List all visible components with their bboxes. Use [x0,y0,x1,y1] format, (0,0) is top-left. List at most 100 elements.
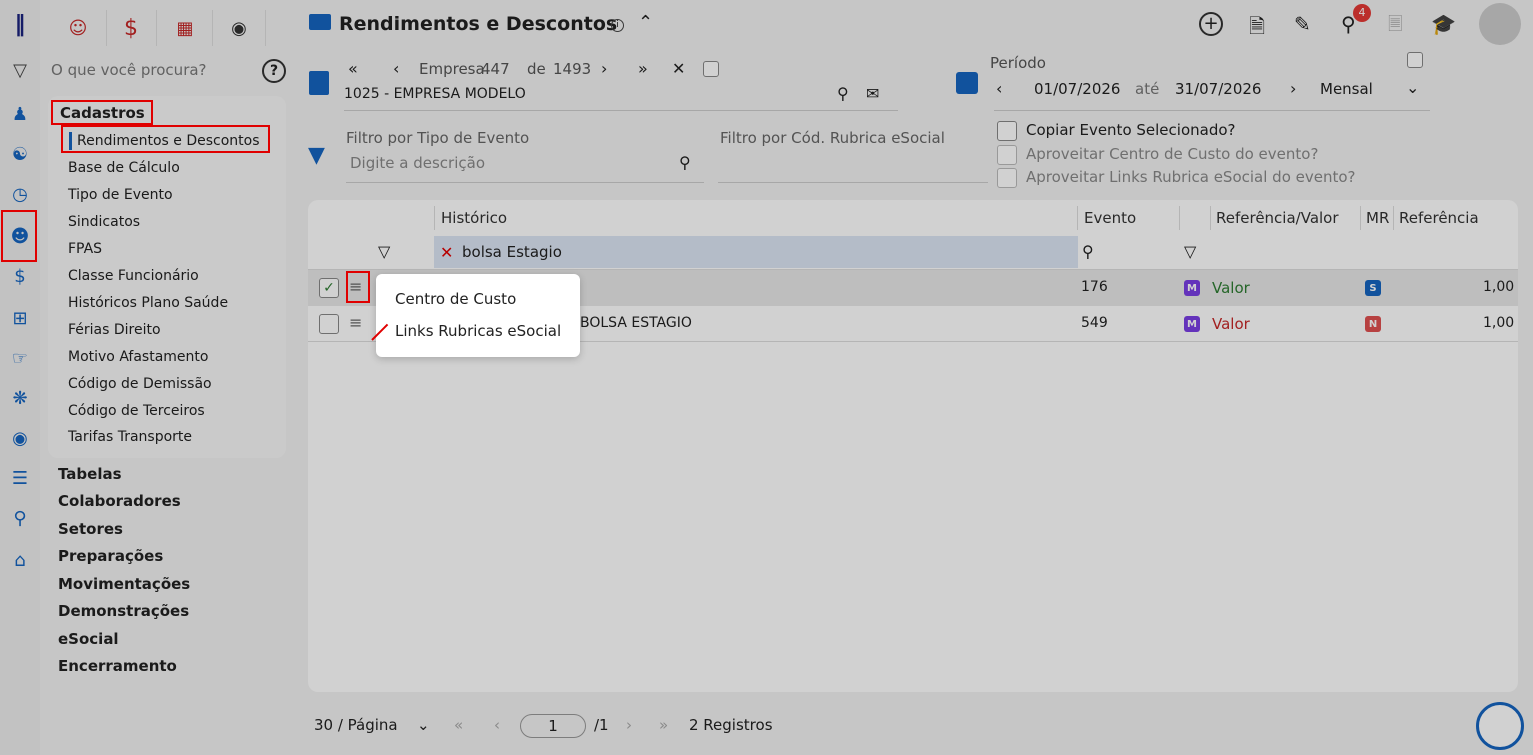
assistant-avatar[interactable] [1476,702,1524,750]
calculator-icon[interactable]: ⊞ [6,304,34,332]
email-icon[interactable]: ✉ [866,84,879,103]
col-evento[interactable]: Evento [1084,209,1136,227]
last-page-button[interactable]: » [659,716,668,734]
menu-item-terceiros[interactable]: Código de Terceiros [68,403,205,419]
page-title: Rendimentos e Descontos [339,13,618,35]
menu-esocial[interactable]: eSocial [58,630,119,648]
col-historico[interactable]: Histórico [441,209,507,227]
document-icon[interactable]: 🗎 [1249,12,1265,46]
next-company-button[interactable]: › [601,59,607,78]
menu-item-classe[interactable]: Classe Funcionário [68,268,199,284]
next-page-button[interactable]: › [626,716,632,734]
period-checkbox[interactable] [1407,52,1423,68]
badge-mr: N [1365,316,1381,332]
search-icon[interactable]: ⚲ [6,504,34,532]
dollar-icon[interactable]: $ [6,262,34,290]
help-icon[interactable]: ? [262,59,286,83]
menu-encerramento[interactable]: Encerramento [58,657,177,675]
reuse-cost-center-checkbox[interactable] [997,145,1017,165]
tipo-filter-icon[interactable]: ▽ [1184,242,1196,261]
rubrica-filter-label[interactable]: Filtro por Cód. Rubrica eSocial [720,129,945,147]
menu-item-fpas[interactable]: FPAS [68,241,102,257]
close-icon[interactable]: ✕ [672,59,685,78]
company-name[interactable]: 1025 - EMPRESA MODELO [344,86,526,102]
search-input[interactable]: O que você procura? [51,61,207,79]
home-icon[interactable]: ⌂ [6,546,34,574]
row-checkbox[interactable]: ✓ [319,278,339,298]
broom-icon[interactable]: ✎ [1294,12,1311,36]
per-page-chevron-icon[interactable]: ⌄ [417,716,430,734]
menu-item-tipo-evento[interactable]: Tipo de Evento [68,187,173,203]
company-checkbox[interactable] [703,61,719,77]
first-company-button[interactable]: « [348,59,358,78]
period-start[interactable]: 01/07/2026 [1034,80,1120,98]
row-tipo: Valor [1212,315,1250,333]
col-ref-valor[interactable]: Referência/Valor [1216,209,1339,227]
next-period-button[interactable]: › [1290,79,1296,98]
menu-item-tarifas[interactable]: Tarifas Transporte [68,429,192,445]
event-type-search-icon[interactable]: ⚲ [679,153,691,172]
chevron-up-icon[interactable]: ⌃ [638,12,653,33]
add-icon[interactable]: + [1199,12,1223,36]
report-search-icon[interactable]: 🗏 [1388,12,1402,42]
highlight-rendimentos [61,125,270,153]
prev-company-button[interactable]: ‹ [393,59,399,78]
historico-filter-value[interactable]: bolsa Estagio [462,243,562,261]
prev-page-button[interactable]: ‹ [494,716,500,734]
col-mr[interactable]: MR [1366,209,1389,227]
context-item-links-rubricas[interactable]: Links Rubricas eSocial [395,322,561,340]
graduation-cap-icon[interactable]: 🎓 [1431,12,1456,36]
row-filter-icon[interactable]: ▽ [378,242,390,261]
network-icon[interactable]: ❋ [6,384,34,412]
calendar-icon [956,72,978,94]
page-input[interactable]: 1 [520,714,586,738]
table-icon[interactable]: ▦ [171,14,199,42]
last-company-button[interactable]: » [638,59,648,78]
prev-period-button[interactable]: ‹ [996,79,1002,98]
filter-funnel-icon: ▼ [308,143,325,168]
first-page-button[interactable]: « [454,716,463,734]
menu-setores[interactable]: Setores [58,520,123,538]
copy-event-checkbox[interactable] [997,121,1017,141]
people-group-icon[interactable]: ☺ [64,14,92,42]
layers-icon[interactable]: ☰ [6,464,34,492]
menu-colaboradores[interactable]: Colaboradores [58,492,181,510]
filter-icon[interactable]: ▽ [6,56,34,84]
money-bag-quick-icon[interactable]: ◉ [225,14,253,42]
menu-preparacoes[interactable]: Preparações [58,547,163,565]
menu-tabelas[interactable]: Tabelas [58,465,122,483]
user-key-icon[interactable]: ♟ [6,100,34,128]
clear-filter-icon[interactable]: ✕ [440,243,453,262]
period-mode-select[interactable]: Mensal [1320,80,1373,98]
menu-item-sindicatos[interactable]: Sindicatos [68,214,140,230]
row-checkbox[interactable] [319,314,339,334]
company-label: Empresa [419,60,485,78]
context-item-centro-custo[interactable]: Centro de Custo [395,290,516,308]
row-menu-icon[interactable]: ≡ [349,313,362,332]
chevron-down-icon[interactable]: ⌄ [1406,78,1419,97]
avatar[interactable] [1479,3,1521,45]
money-bag-icon[interactable]: ◉ [6,424,34,452]
period-end[interactable]: 31/07/2026 [1175,80,1261,98]
col-referencia[interactable]: Referência [1399,209,1479,227]
per-page-select[interactable]: 30 / Página [314,716,398,734]
menu-item-ferias[interactable]: Férias Direito [68,322,161,338]
handshake-icon[interactable]: ☯ [6,140,34,168]
brand-logo-icon[interactable]: ‖ [6,10,34,38]
menu-demonstracoes[interactable]: Demonstrações [58,602,189,620]
hand-coin-icon[interactable]: ☞ [6,344,34,372]
event-type-filter-input[interactable]: Digite a descrição [350,154,485,172]
dollar-quick-icon[interactable]: $ [117,14,145,42]
menu-item-base-calculo[interactable]: Base de Cálculo [68,160,180,176]
menu-item-historicos[interactable]: Históricos Plano Saúde [68,295,228,311]
info-icon[interactable]: i [611,19,624,32]
clock-icon[interactable]: ◷ [6,180,34,208]
reuse-links-checkbox[interactable] [997,168,1017,188]
menu-item-demissao[interactable]: Código de Demissão [68,376,212,392]
company-search-icon[interactable]: ⚲ [837,84,849,103]
company-total: 1493 [553,60,592,78]
menu-item-motivo[interactable]: Motivo Afastamento [68,349,208,365]
menu-movimentacoes[interactable]: Movimentações [58,575,190,593]
evento-search-icon[interactable]: ⚲ [1082,242,1094,261]
company-current[interactable]: 447 [481,60,510,78]
